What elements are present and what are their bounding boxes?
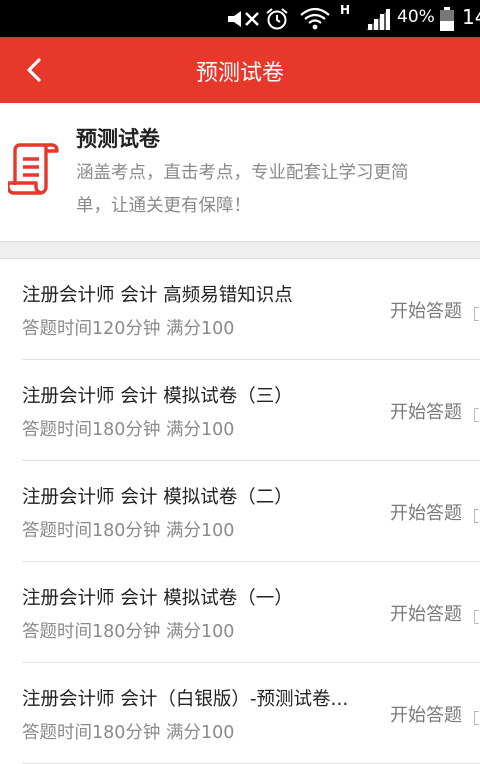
button-edge [474,408,479,422]
paper-meta: 答题时间180分钟 满分100 [22,521,235,541]
section-divider [0,241,480,259]
paper-title: 注册会计师 会计 模拟试卷（二） [22,487,293,508]
intro-description: 涵盖考点，直击考点，专业配套让学习更简单，让通关更有保障！ [76,163,409,216]
paper-item[interactable]: 注册会计师 会计 模拟试卷（三） 答题时间180分钟 满分100 开始答题 [22,360,480,461]
paper-item[interactable]: 注册会计师 会计 模拟试卷（一） 答题时间180分钟 满分100 开始答题 [22,562,480,663]
paper-item[interactable]: 注册会计师 会计 模拟试卷（二） 答题时间180分钟 满分100 开始答题 [22,461,480,562]
start-answer-button[interactable]: 开始答题 [390,297,462,323]
start-answer-button[interactable]: 开始答题 [390,701,462,727]
paper-meta: 答题时间120分钟 满分100 [22,319,235,339]
paper-title: 注册会计师 会计 模拟试卷（三） [22,386,293,407]
paper-title: 注册会计师 会计 高频易错知识点 [22,285,293,306]
start-answer-button[interactable]: 开始答题 [390,499,462,525]
button-edge [474,509,479,523]
button-edge [474,711,479,725]
network-type-label: H [340,3,351,17]
scroll-document-icon [8,143,59,195]
start-answer-button[interactable]: 开始答题 [390,600,462,626]
paper-meta: 答题时间180分钟 满分100 [22,622,235,642]
paper-item[interactable]: 注册会计师 会计（白银版）-预测试卷... 答题时间180分钟 满分100 开始… [22,663,480,764]
app-header: 预测试卷 [0,37,480,103]
battery-icon [440,7,454,31]
paper-item[interactable]: 注册会计师 会计 高频易错知识点 答题时间120分钟 满分100 开始答题 [22,259,480,360]
alarm-icon [266,8,288,30]
paper-meta: 答题时间180分钟 满分100 [22,420,235,440]
button-edge [474,610,479,624]
page-title: 预测试卷 [195,61,284,86]
paper-meta: 答题时间180分钟 满分100 [22,723,235,743]
mute-icon [228,11,259,27]
paper-title: 注册会计师 会计 模拟试卷（一） [22,588,293,609]
paper-title: 注册会计师 会计（白银版）-预测试卷... [22,689,349,710]
signal-icon [366,8,390,30]
paper-list: 注册会计师 会计 高频易错知识点 答题时间120分钟 满分100 开始答题 注册… [0,259,480,764]
wifi-icon [300,7,330,30]
clock: 14 [462,5,480,29]
intro-title: 预测试卷 [76,127,160,151]
battery-percent: 40% [397,7,435,27]
intro-card: 预测试卷 涵盖考点，直击考点，专业配套让学习更简单，让通关更有保障！ [0,103,480,241]
start-answer-button[interactable]: 开始答题 [390,398,462,424]
button-edge [474,307,479,321]
status-bar: H 40% 14 [0,0,480,37]
